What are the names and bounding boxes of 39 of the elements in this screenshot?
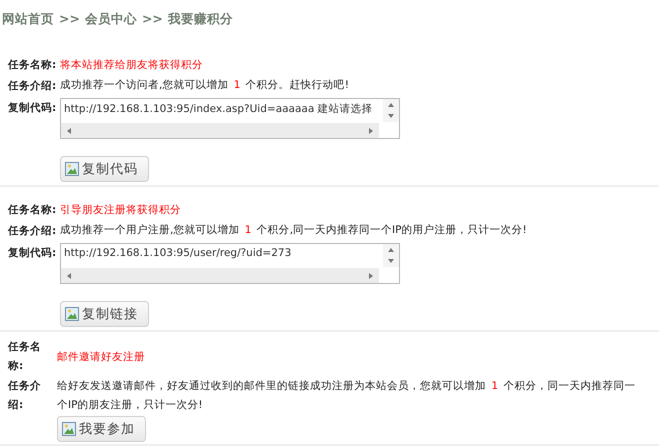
task-description: 给好友发送邀请邮件，好友通过收到的邮件里的链接成功注册为本站会员，您就可以增加 1 个积分，同一天内推荐同一个IP的朋友注册，只计一次分! xyxy=(57,379,636,413)
vertical-scrollbar[interactable] xyxy=(383,99,399,122)
vertical-scrollbar[interactable] xyxy=(383,244,399,267)
task-name: 引导朋友注册将获得积分 xyxy=(60,202,181,216)
image-icon xyxy=(62,422,76,436)
breadcrumb-link[interactable]: 网站首页 xyxy=(2,11,54,38)
scroll-down-arrow-icon[interactable] xyxy=(388,259,394,264)
task-description: 成功推荐一个用户注册,您就可以增加 1 个积分,同一天内推荐同一个IP的用户注册，只计一次分! xyxy=(60,223,527,238)
task-intro-label: 任务介绍: xyxy=(8,78,58,92)
task-name-label: 任务名称: xyxy=(8,58,58,72)
scroll-left-arrow-icon[interactable] xyxy=(67,128,71,134)
task-name: 将本站推荐给朋友将获得积分 xyxy=(60,58,203,72)
breadcrumb-separator: >> xyxy=(59,11,80,28)
copy-code-label: 复制代码: xyxy=(8,246,58,260)
image-icon xyxy=(65,307,79,321)
image-icon xyxy=(65,162,79,176)
action-button[interactable]: 我要参加 xyxy=(57,416,146,442)
code-field[interactable]: http://192.168.1.103:95/index.asp?Uid=aaaaaa 建站请选择 xyxy=(60,98,400,139)
task-intro-label: 任务介绍: xyxy=(8,379,42,413)
task-intro-label: 任务介绍: xyxy=(8,224,58,238)
copy-code-label: 复制代码: xyxy=(8,101,58,115)
code-field[interactable]: http://192.168.1.103:95/user/reg/?uid=273 xyxy=(60,243,400,284)
task-name-label: 任务名称: xyxy=(8,340,42,374)
task-name-label: 任务名称: xyxy=(8,202,58,216)
task-description: 成功推荐一个访问者,您就可以增加 1 个积分。赶快行动吧! xyxy=(60,78,349,93)
scroll-left-arrow-icon[interactable] xyxy=(67,272,71,278)
task-name: 邮件邀请好友注册 xyxy=(57,350,145,364)
action-button[interactable]: 复制链接 xyxy=(60,301,149,327)
scroll-down-arrow-icon[interactable] xyxy=(388,114,394,118)
scroll-up-arrow-icon[interactable] xyxy=(388,248,394,252)
horizontal-scrollbar[interactable] xyxy=(61,268,379,283)
scroll-right-arrow-icon[interactable] xyxy=(369,128,373,134)
horizontal-scrollbar[interactable] xyxy=(61,123,379,138)
breadcrumb-link[interactable]: 我要赚积分 xyxy=(168,11,233,38)
breadcrumb-separator: >> xyxy=(142,11,163,28)
breadcrumb-link[interactable]: 会员中心 xyxy=(84,11,137,38)
action-button[interactable]: 复制代码 xyxy=(60,156,149,182)
scroll-right-arrow-icon[interactable] xyxy=(369,272,373,278)
scroll-up-arrow-icon[interactable] xyxy=(388,102,394,107)
